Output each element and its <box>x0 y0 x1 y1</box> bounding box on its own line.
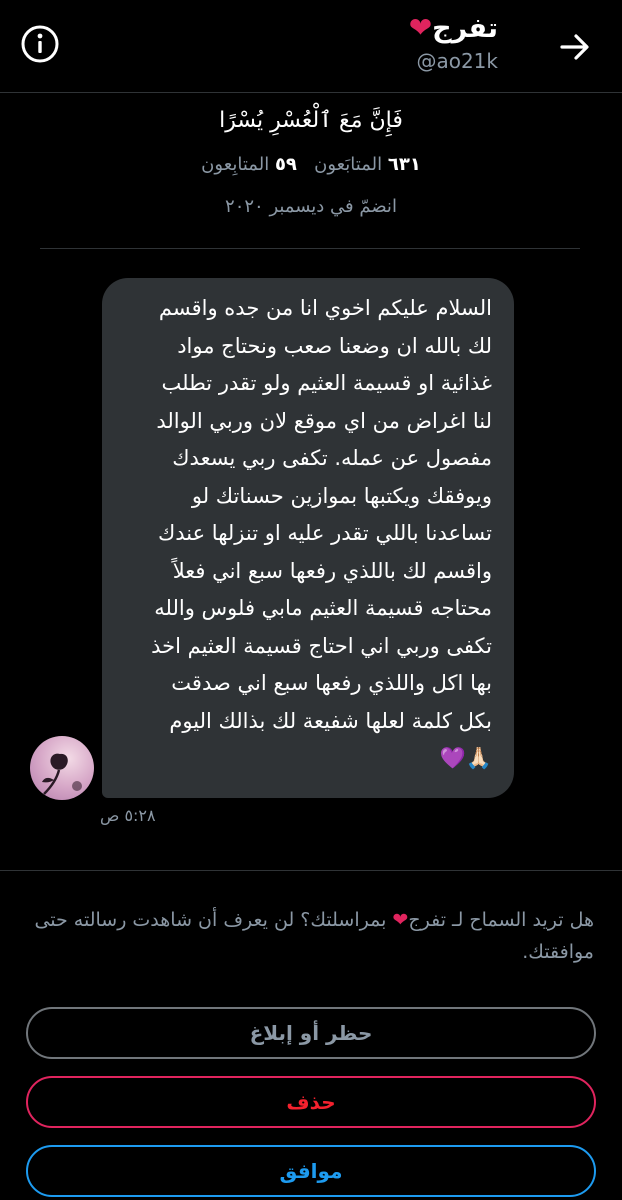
profile-bio: فَإِنَّ مَعَ ٱلْعُسْرِ يُسْرًا <box>219 108 403 133</box>
delete-button[interactable]: حذف <box>26 1076 596 1128</box>
message-bubble[interactable]: السلام عليكم اخوي انا من جده واقسم لك با… <box>102 278 514 798</box>
conversation-header: تفرج❤ @ao21k <box>0 0 622 93</box>
accept-button[interactable]: موافق <box>26 1145 596 1197</box>
title-text: تفرج <box>432 13 498 44</box>
arrow-right-icon <box>560 34 589 60</box>
block-report-button[interactable]: حظر أو إبلاغ <box>26 1007 596 1059</box>
divider <box>0 870 622 871</box>
avatar-image <box>30 736 94 800</box>
conversation-title: تفرج❤ @ao21k <box>409 10 498 75</box>
heart-emoji: ❤ <box>408 11 433 44</box>
profile-stats: ٦٣١ المتابَعون ٥٩ المتابِعون <box>0 154 622 175</box>
info-button[interactable] <box>20 24 60 64</box>
divider <box>40 248 580 249</box>
info-circle-icon <box>21 25 59 63</box>
back-button[interactable] <box>558 30 592 64</box>
heart-emoji: ❤ <box>392 909 409 931</box>
joined-date: انضمّ في ديسمبر ٢٠٢٠ <box>225 196 397 217</box>
message-timestamp: ٥:٢٨ ص <box>100 806 156 825</box>
message-request-text: هل تريد السماح لـ تفرج❤ بمراسلتك؟ لن يعر… <box>34 909 594 963</box>
user-handle: @ao21k <box>416 49 498 73</box>
following-count[interactable]: ٦٣١ المتابَعون <box>314 154 421 175</box>
followers-count[interactable]: ٥٩ المتابِعون <box>201 154 297 175</box>
avatar[interactable] <box>30 736 94 800</box>
